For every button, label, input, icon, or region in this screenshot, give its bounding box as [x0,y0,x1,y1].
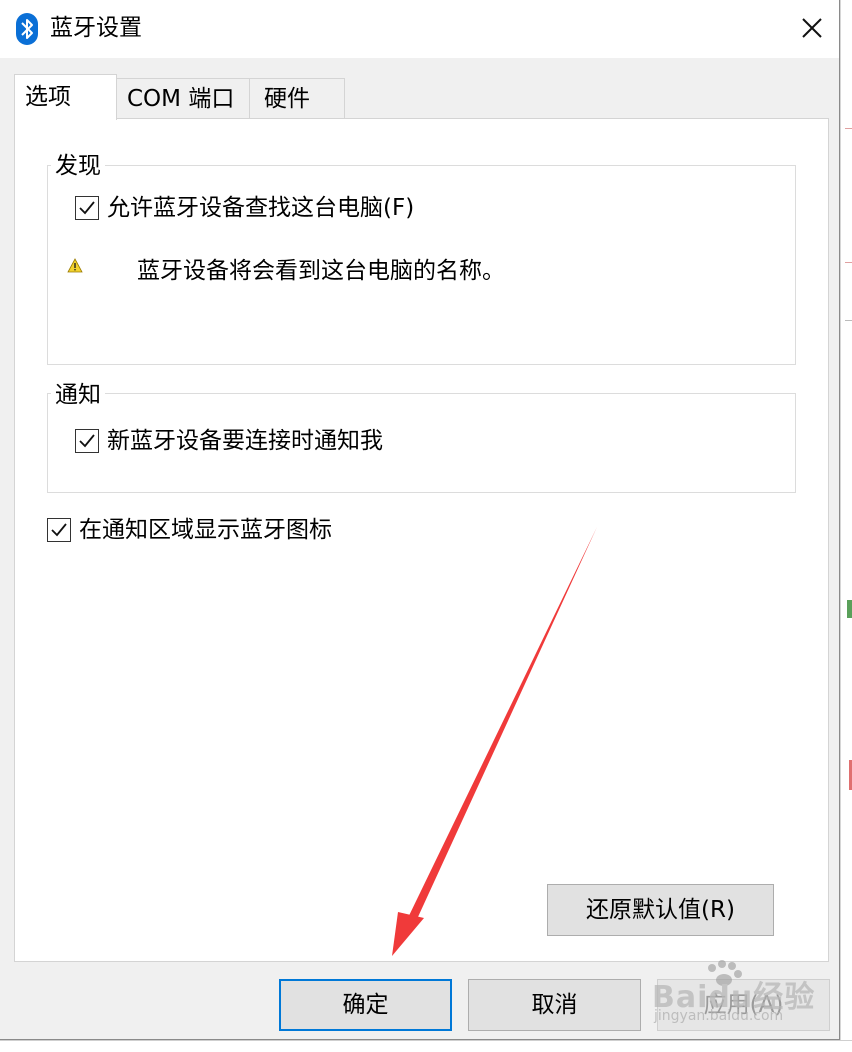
title-bar: 蓝牙设置 [0,0,839,58]
tab-label: COM 端口 [127,86,235,112]
close-icon [802,18,822,38]
tab-label: 选项 [25,84,71,110]
checkbox-label: 允许蓝牙设备查找这台电脑(F) [107,195,415,221]
window-title: 蓝牙设置 [50,15,142,41]
checkbox-box [75,429,99,453]
checkmark-icon [51,523,67,537]
ok-button[interactable]: 确定 [279,979,452,1031]
warning-icon [67,258,83,273]
notify-new-device-checkbox[interactable]: 新蓝牙设备要连接时通知我 [75,428,415,457]
checkmark-icon [79,434,95,448]
options-tab-panel: 发现 允许蓝牙设备查找这台电脑(F) 蓝牙设备将会看到这台电脑的名称。 通知 新… [14,118,829,962]
checkbox-label: 新蓝牙设备要连接时通知我 [107,428,383,454]
checkmark-icon [79,201,95,215]
show-tray-icon-checkbox[interactable]: 在通知区域显示蓝牙图标 [47,517,367,546]
discovery-warning-text: 蓝牙设备将会看到这台电脑的名称。 [137,258,505,284]
tab-com-ports[interactable]: COM 端口 [116,78,250,119]
restore-defaults-button[interactable]: 还原默认值(R) [547,884,774,936]
background-mark [845,320,852,321]
checkbox-label: 在通知区域显示蓝牙图标 [79,517,332,543]
close-button[interactable] [790,10,834,48]
tab-options[interactable]: 选项 [14,74,117,120]
watermark-url: jingyan.baidu.com [654,1008,784,1024]
cancel-button[interactable]: 取消 [468,979,641,1031]
tab-hardware[interactable]: 硬件 [249,78,345,119]
background-window-edge [840,0,852,1051]
tab-label: 硬件 [264,86,310,112]
checkbox-box [75,196,99,220]
background-mark [847,600,852,618]
checkbox-box [47,518,71,542]
background-window-bottom [0,1040,852,1052]
baidu-watermark: Baidu经验 jingyan.baidu.com [650,958,830,1028]
background-mark [845,128,852,129]
background-mark [845,262,852,263]
allow-discovery-checkbox[interactable]: 允许蓝牙设备查找这台电脑(F) [75,195,455,224]
discovery-group-title: 发现 [51,151,105,181]
bluetooth-settings-dialog: 蓝牙设置 选项 COM 端口 硬件 发现 允许蓝牙设备查找这台电脑(F) 蓝牙设… [0,0,840,1040]
notification-group-title: 通知 [51,380,105,410]
bluetooth-icon [16,13,38,45]
